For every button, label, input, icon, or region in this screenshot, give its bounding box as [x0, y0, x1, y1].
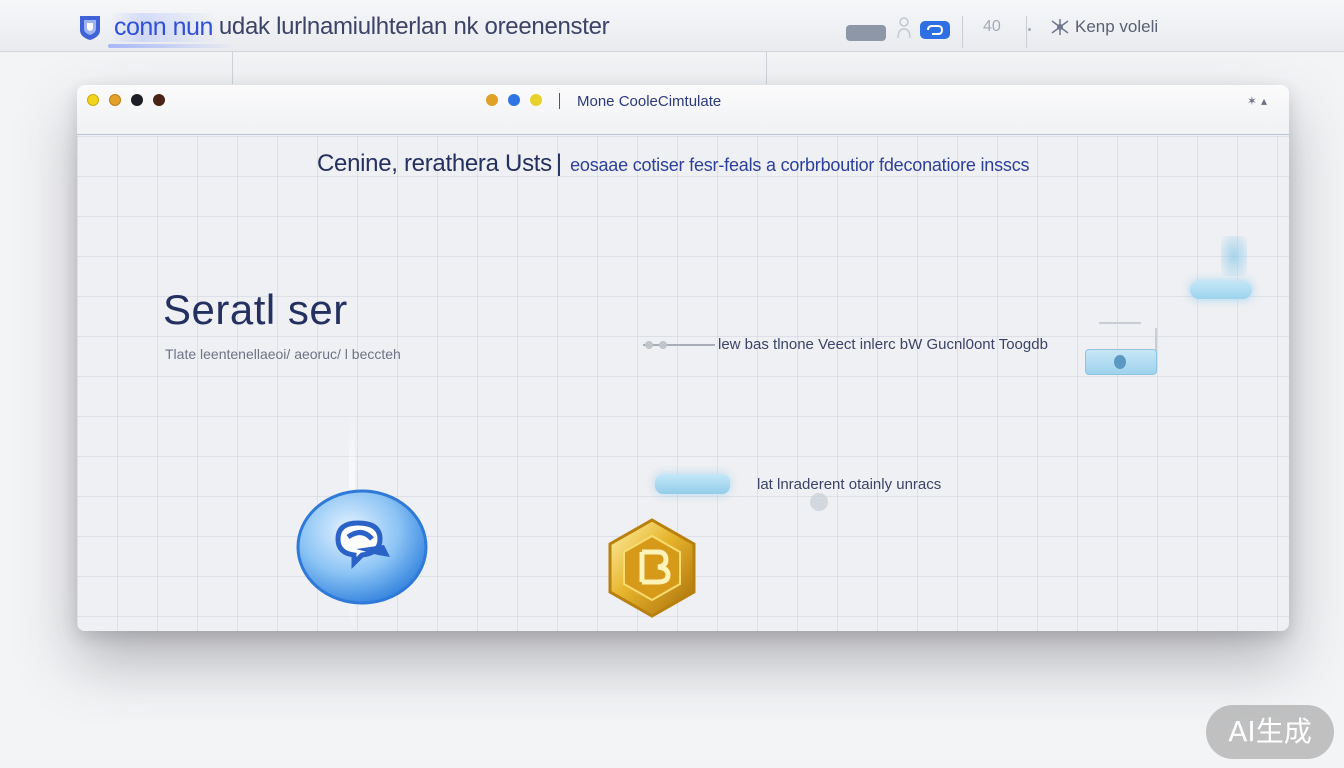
- brand-name[interactable]: conn nun: [110, 12, 219, 42]
- connector-row: lew bas tlnone Veect inlerc bW Gucnl0ont…: [643, 328, 1157, 364]
- active-tab-indicator: [108, 44, 236, 48]
- account-menu[interactable]: Kenp voleli: [1050, 17, 1158, 37]
- account-icon: [1051, 19, 1069, 35]
- gold-hexagon-badge-icon[interactable]: [604, 516, 700, 620]
- window-dot-yellow[interactable]: [87, 94, 99, 106]
- window-dot-orange[interactable]: [109, 94, 121, 106]
- toolbar-divider: [962, 16, 963, 48]
- title-divider: [559, 93, 560, 109]
- window-dot-black[interactable]: [131, 94, 143, 106]
- account-name: Kenp voleli: [1075, 17, 1159, 36]
- toolbar-divider: [1026, 16, 1027, 48]
- connector-label[interactable]: lew bas tlnone Veect inlerc bW Gucnl0ont…: [718, 336, 1048, 353]
- hero-title: Seratl ser: [163, 286, 348, 333]
- page-title: udak lurlnamiulhterlan nk oreenenster: [218, 13, 610, 40]
- window-titlebar: Mone CooleCimtulate ✶▴: [77, 85, 1289, 135]
- pill-glow: [1221, 236, 1247, 276]
- headline-separator: |: [555, 150, 563, 177]
- collapse-icon[interactable]: ▴: [1261, 94, 1271, 108]
- faint-indicator-dot: [810, 493, 828, 511]
- mic-icon: [1114, 355, 1126, 369]
- shield-logo-icon[interactable]: [78, 14, 102, 41]
- headline-tagline: eosaae cotiser fesr-feals a corbrboutior…: [570, 155, 1030, 175]
- window-dot-brown[interactable]: [153, 94, 165, 106]
- main-content: Cenine, rerathera Usts | eosaae cotiser …: [77, 136, 1289, 631]
- window-title: Mone CooleCimtulate: [577, 93, 722, 110]
- blue-pill-button[interactable]: [1190, 281, 1252, 299]
- app-window: Mone CooleCimtulate ✶▴ Cenine, rerathera…: [77, 85, 1289, 631]
- toolbar-dot: [1028, 28, 1031, 31]
- browser-toolbar: conn nun udak lurlnamiulhterlan nk oreen…: [0, 0, 1344, 52]
- link-icon: [927, 25, 944, 35]
- browser-title: conn nun udak lurlnamiulhterlan nk oreen…: [110, 12, 610, 42]
- headline-main: Cenine, rerathera Usts: [317, 150, 552, 177]
- blue-chat-badge-icon[interactable]: [296, 487, 428, 605]
- connector-line: [643, 341, 715, 349]
- status-dot-yellow: [530, 94, 542, 106]
- status-dot-blue: [508, 94, 520, 106]
- zoom-level[interactable]: 40: [983, 18, 1001, 36]
- frame-guide-right: [766, 52, 767, 84]
- status-dot-orange: [486, 94, 498, 106]
- mic-toggle-button[interactable]: [1085, 349, 1157, 375]
- window-controls[interactable]: ✶▴: [1247, 94, 1271, 108]
- pin-icon[interactable]: ✶: [1247, 94, 1261, 108]
- link-chip-button[interactable]: [920, 21, 950, 39]
- frame-guide-left: [232, 52, 233, 84]
- small-divider: [1099, 322, 1141, 324]
- user-icon[interactable]: [896, 16, 912, 40]
- ai-generated-watermark: AI生成: [1206, 705, 1334, 759]
- action-pill-button[interactable]: [655, 474, 730, 494]
- hero-subtitle: Tlate leentenellaeoi/ aeoruc/ l beccteh: [165, 346, 401, 362]
- headline: Cenine, rerathera Usts | eosaae cotiser …: [317, 150, 1030, 178]
- view-toggle[interactable]: [846, 25, 886, 41]
- action-label: lat lnraderent otainly unracs: [757, 476, 942, 493]
